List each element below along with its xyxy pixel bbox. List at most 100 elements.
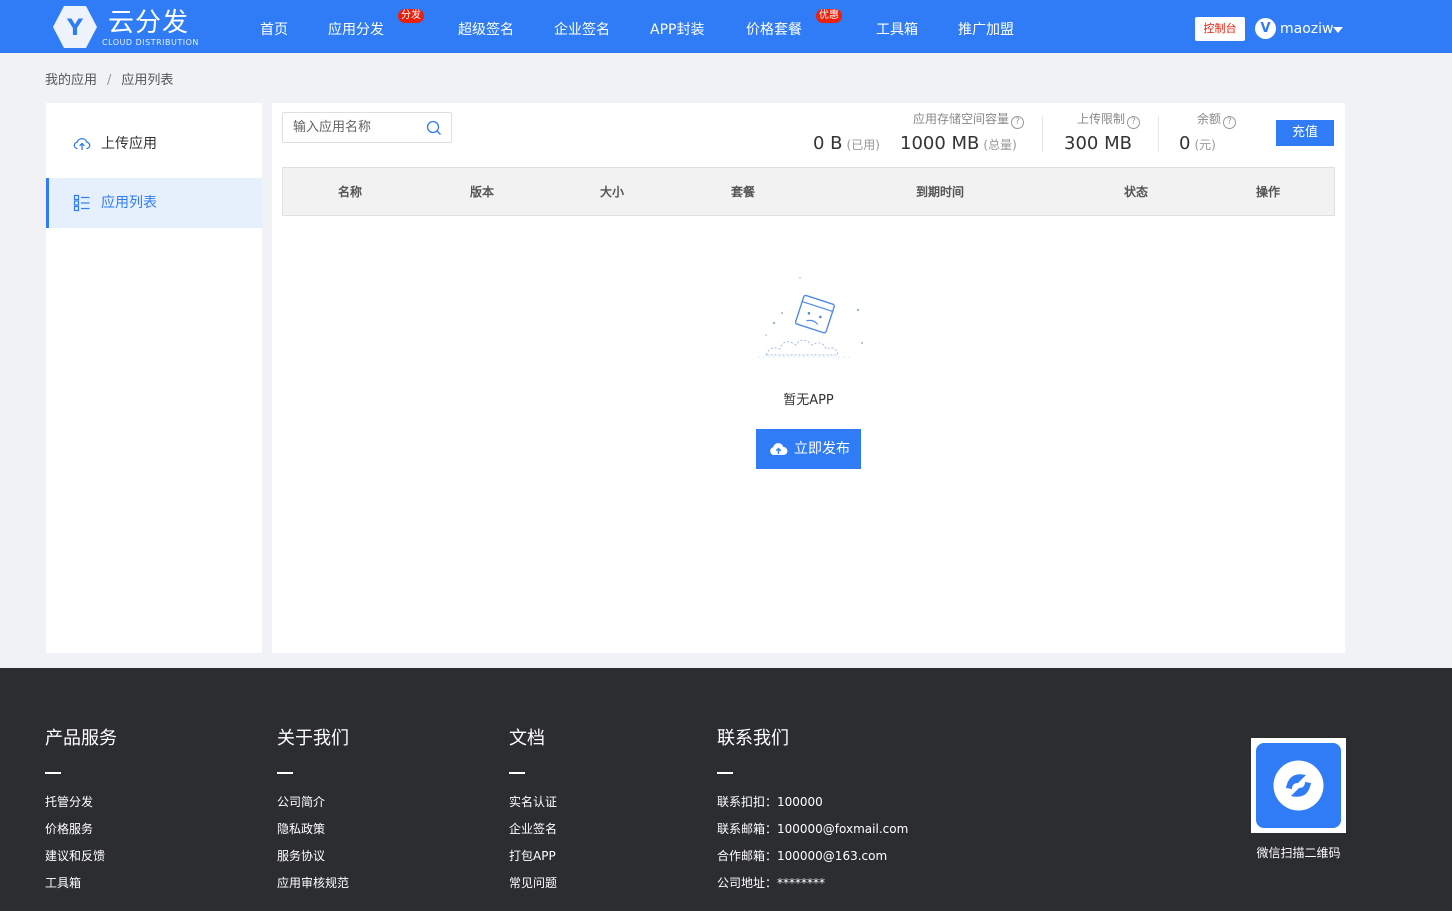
footer-divider	[277, 772, 293, 774]
footer-column-about: 关于我们 公司简介 隐私政策 服务协议 应用审核规范	[277, 726, 349, 897]
swirl-logo-icon	[1273, 760, 1324, 811]
logo-name: 云分发	[108, 8, 190, 38]
list-icon	[73, 194, 90, 212]
column-header-name[interactable]: 名称	[338, 183, 362, 200]
username[interactable]: maoziw	[1280, 20, 1333, 38]
nav-pricing[interactable]: 价格套餐	[746, 0, 802, 53]
qr-app-icon	[1256, 743, 1341, 828]
footer-link[interactable]: 价格服务	[45, 816, 117, 843]
footer-heading: 产品服务	[45, 728, 117, 749]
sidebar-item-app-list[interactable]: 应用列表	[46, 178, 262, 228]
site-logo[interactable]: Y 云分发 CLOUD DISTRIBUTION	[52, 5, 202, 49]
help-icon[interactable]: ?	[1223, 116, 1236, 129]
contact-email[interactable]: 联系邮箱：100000@foxmail.com	[717, 816, 908, 843]
footer-divider	[509, 772, 525, 774]
qr-code-label: 微信扫描二维码	[1256, 846, 1341, 860]
footer-column-products: 产品服务 托管分发 价格服务 建议和反馈 工具箱	[45, 726, 117, 897]
breadcrumb-app-list: 应用列表	[121, 73, 174, 88]
nav-app-wrap[interactable]: APP封装	[650, 0, 704, 53]
nav-toolbox[interactable]: 工具箱	[876, 0, 918, 53]
footer-link[interactable]: 建议和反馈	[45, 843, 117, 870]
upload-label-text: 上传限制	[1076, 112, 1125, 126]
footer-link[interactable]: 企业签名	[509, 816, 557, 843]
balance-label-text: 余额	[1196, 112, 1221, 126]
footer-link[interactable]: 打包APP	[509, 843, 557, 870]
balance-label: 余额?	[1194, 111, 1236, 129]
top-navbar: Y 云分发 CLOUD DISTRIBUTION 首页 应用分发 分发 超级签名…	[0, 0, 1452, 53]
table-header: 名称 版本 大小 套餐 到期时间 状态 操作	[282, 167, 1335, 216]
stat-divider	[1158, 116, 1159, 152]
upload-limit-label: 上传限制?	[1074, 111, 1140, 129]
recharge-button[interactable]: 充值	[1276, 120, 1334, 146]
logo-subtitle: CLOUD DISTRIBUTION	[102, 38, 199, 47]
nav-affiliate[interactable]: 推广加盟	[958, 0, 1014, 53]
upload-limit-value: 300 MB	[1064, 133, 1132, 154]
nav-distribution-badge: 分发	[398, 9, 424, 23]
sidebar: 上传应用 应用列表	[46, 103, 262, 653]
business-email[interactable]: 合作邮箱：100000@163.com	[717, 843, 908, 870]
storage-total-unit: (总量)	[983, 138, 1017, 152]
column-header-plan[interactable]: 套餐	[731, 183, 755, 200]
balance: 0 (元)	[1179, 133, 1216, 154]
help-icon[interactable]: ?	[1011, 116, 1024, 129]
footer-link[interactable]: 隐私政策	[277, 816, 349, 843]
user-avatar[interactable]: V	[1255, 18, 1276, 39]
column-header-status[interactable]: 状态	[1124, 183, 1148, 200]
footer-link[interactable]: 应用审核规范	[277, 870, 349, 897]
footer-heading: 联系我们	[717, 728, 789, 749]
breadcrumb-separator: /	[107, 73, 112, 88]
logo-hexagon-icon: Y	[53, 6, 97, 48]
storage-used-value: 0 B	[813, 133, 843, 154]
storage-total: 1000 MB (总量)	[900, 133, 1017, 154]
footer-link[interactable]: 常见问题	[509, 870, 557, 897]
chevron-down-icon[interactable]	[1333, 27, 1343, 33]
breadcrumb-my-apps[interactable]: 我的应用	[45, 73, 97, 88]
footer-link[interactable]: 服务协议	[277, 843, 349, 870]
storage-total-value: 1000 MB	[900, 133, 980, 154]
storage-label-text: 应用存储空间容量	[912, 112, 1009, 126]
publish-now-label: 立即发布	[794, 441, 850, 457]
nav-app-distribution[interactable]: 应用分发	[328, 0, 384, 53]
sidebar-item-label: 上传应用	[101, 136, 157, 152]
contact-qq: 联系扣扣：100000	[717, 795, 823, 809]
footer-link[interactable]: 托管分发	[45, 789, 117, 816]
app-search-input[interactable]	[283, 113, 423, 142]
footer-link[interactable]: 工具箱	[45, 870, 117, 897]
storage-used-unit: (已用)	[846, 138, 880, 152]
footer-heading: 文档	[509, 728, 545, 749]
stat-divider	[1042, 116, 1043, 152]
balance-value: 0	[1179, 133, 1191, 154]
footer-divider	[45, 772, 61, 774]
cloud-upload-icon	[770, 443, 788, 455]
search-icon[interactable]	[426, 120, 442, 136]
cloud-upload-icon	[73, 138, 91, 150]
breadcrumb: 我的应用 / 应用列表	[45, 69, 173, 88]
main-panel: 应用存储空间容量? 0 B(已用) 1000 MB(总量) 上传限制? 300 …	[272, 103, 1345, 653]
logo-letter: Y	[66, 16, 84, 41]
sidebar-item-upload-app[interactable]: 上传应用	[46, 119, 262, 169]
sidebar-item-label: 应用列表	[101, 195, 157, 211]
nav-home[interactable]: 首页	[260, 0, 288, 53]
publish-now-button[interactable]: 立即发布	[756, 429, 861, 469]
footer-link[interactable]: 公司简介	[277, 789, 349, 816]
storage-capacity-label: 应用存储空间容量?	[909, 111, 1024, 129]
column-header-actions[interactable]: 操作	[1256, 183, 1280, 200]
company-address: 公司地址：********	[717, 876, 826, 890]
column-header-size[interactable]: 大小	[600, 183, 624, 200]
console-button[interactable]: 控制台	[1195, 17, 1245, 41]
empty-box-icon	[758, 277, 863, 358]
column-header-version[interactable]: 版本	[470, 183, 494, 200]
footer-column-contact: 联系我们 联系扣扣：100000 联系邮箱：100000@foxmail.com…	[717, 726, 908, 897]
nav-enterprise-signature[interactable]: 企业签名	[554, 0, 610, 53]
column-header-expiry[interactable]: 到期时间	[916, 183, 964, 200]
footer-divider	[717, 772, 733, 774]
footer-heading: 关于我们	[277, 728, 349, 749]
nav-super-signature[interactable]: 超级签名	[458, 0, 514, 53]
balance-unit: (元)	[1194, 138, 1216, 152]
help-icon[interactable]: ?	[1127, 116, 1140, 129]
footer-column-docs: 文档 实名认证 企业签名 打包APP 常见问题	[509, 726, 557, 897]
footer: 产品服务 托管分发 价格服务 建议和反馈 工具箱 关于我们 公司简介 隐私政策 …	[0, 668, 1452, 911]
empty-state-text: 暂无APP	[783, 393, 834, 408]
wechat-qr-code	[1251, 738, 1346, 833]
footer-link[interactable]: 实名认证	[509, 789, 557, 816]
